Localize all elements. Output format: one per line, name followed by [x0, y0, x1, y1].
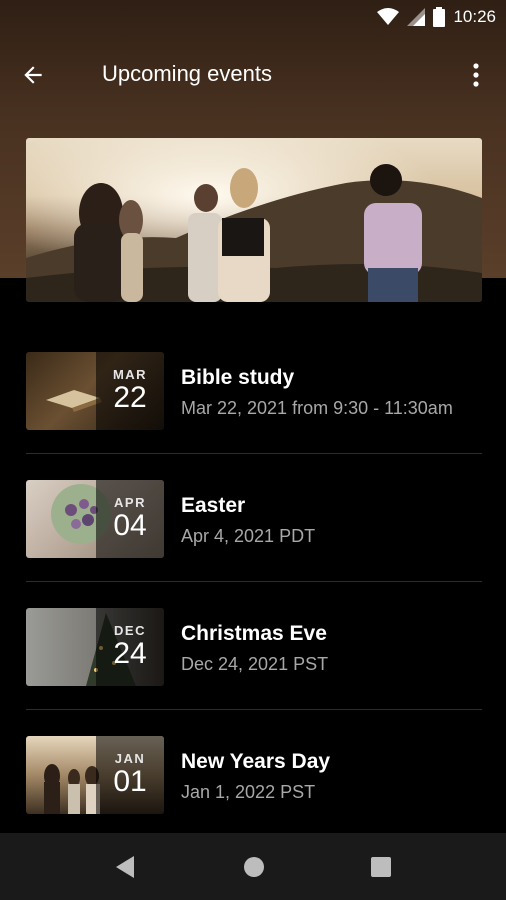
- event-thumbnail: JAN 01: [26, 736, 164, 814]
- event-subtitle: Apr 4, 2021 PDT: [181, 526, 316, 546]
- recents-square-icon: [371, 857, 391, 877]
- date-badge: JAN 01: [96, 736, 164, 814]
- date-month: APR: [114, 495, 146, 510]
- status-time: 10:26: [453, 7, 496, 26]
- system-nav-bar: [0, 833, 506, 900]
- more-options-button[interactable]: [464, 60, 488, 90]
- date-month: JAN: [114, 751, 146, 766]
- hero-image: [26, 138, 482, 302]
- event-title: New Years Day: [181, 750, 331, 773]
- event-item-new-years-day[interactable]: JAN 01 New Years Day Jan 1, 2022 PST: [0, 710, 506, 838]
- nav-back-button[interactable]: [112, 853, 140, 881]
- event-subtitle: Mar 22, 2021 from 9:30 - 11:30am: [181, 398, 453, 418]
- status-bar: 10:26: [0, 0, 506, 36]
- event-item-easter[interactable]: APR 04 Easter Apr 4, 2021 PDT: [0, 454, 506, 582]
- wifi-icon: [377, 8, 400, 25]
- nav-recents-button[interactable]: [367, 853, 395, 881]
- app-bar: Upcoming events: [0, 44, 506, 106]
- battery-icon: [433, 7, 446, 27]
- nav-home-button[interactable]: [240, 853, 268, 881]
- page-title: Upcoming events: [102, 61, 272, 86]
- event-title: Christmas Eve: [181, 622, 327, 645]
- date-month: MAR: [112, 367, 148, 382]
- arrow-back-icon: [24, 66, 42, 84]
- more-vert-icon: [473, 63, 479, 87]
- date-badge: APR 04: [96, 480, 164, 558]
- date-badge: MAR 22: [96, 352, 164, 430]
- event-title: Bible study: [181, 366, 295, 389]
- event-title: Easter: [181, 494, 246, 517]
- event-item-bible-study[interactable]: MAR 22 Bible study Mar 22, 2021 from 9:3…: [0, 326, 506, 454]
- event-thumbnail: MAR 22: [26, 352, 164, 430]
- date-day: 24: [113, 637, 147, 670]
- date-day: 01: [113, 765, 147, 798]
- event-subtitle: Jan 1, 2022 PST: [181, 782, 316, 802]
- back-button[interactable]: [20, 60, 60, 90]
- signal-icon: [407, 8, 426, 26]
- event-thumbnail: DEC 24: [26, 608, 164, 686]
- date-day: 04: [113, 509, 147, 542]
- event-thumbnail: APR 04: [26, 480, 164, 558]
- date-month: DEC: [114, 623, 146, 638]
- date-badge: DEC 24: [96, 608, 164, 686]
- date-day: 22: [113, 381, 147, 414]
- home-circle-icon: [244, 857, 264, 877]
- event-list: MAR 22 Bible study Mar 22, 2021 from 9:3…: [0, 326, 506, 838]
- back-triangle-icon: [116, 856, 134, 878]
- event-item-christmas-eve[interactable]: DEC 24 Christmas Eve Dec 24, 2021 PST: [0, 582, 506, 710]
- event-subtitle: Dec 24, 2021 PST: [181, 654, 329, 674]
- hero-illustration: [26, 138, 482, 302]
